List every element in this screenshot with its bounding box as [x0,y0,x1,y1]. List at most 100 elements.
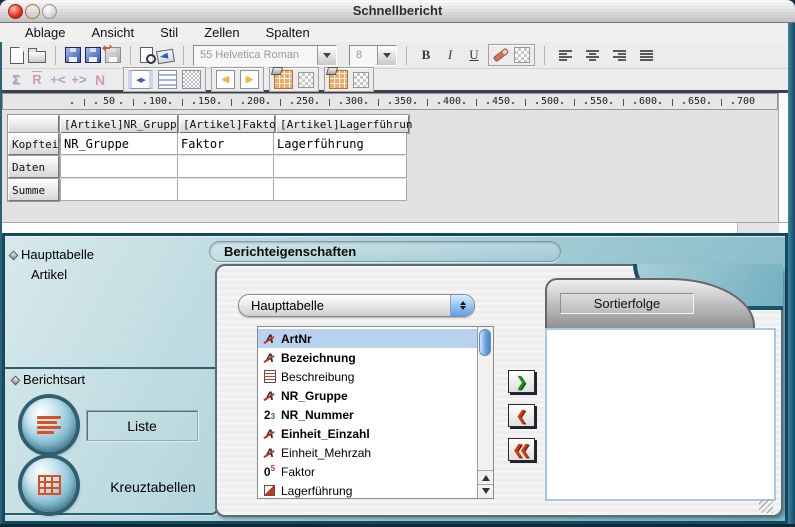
horizontal-ruler: 5010015020025030035040045050055060065070… [2,93,778,110]
field-item-artnr[interactable]: AArtNr [258,329,477,348]
text-pattern-icon[interactable] [514,47,530,63]
scrollbar-thumb[interactable] [479,329,491,356]
ruler-segment: 600 [599,94,648,109]
grid-column-header[interactable]: [Artikel]Lagerführun [276,115,409,133]
menu-zellen[interactable]: Zellen [191,25,252,40]
sort-order-list[interactable] [545,328,776,501]
align-justify-button[interactable] [640,49,653,62]
minimize-button[interactable] [25,4,40,19]
grid-column-header[interactable]: [Artikel]Faktor [179,115,275,133]
subtotal-rows-icon[interactable] [158,70,177,89]
italic-button[interactable]: I [440,47,460,63]
scroll-down-button[interactable] [478,484,493,498]
size-select[interactable]: 8 [349,45,397,66]
table-selector[interactable]: Haupttabelle [238,294,475,317]
bold-button[interactable]: B [416,47,436,63]
alt-background-color-icon[interactable] [329,70,348,89]
divider [406,46,407,65]
size-select-arrow[interactable] [377,46,396,65]
insert-column-right-icon[interactable]: ▶ [240,70,259,89]
grid-row-header[interactable]: Daten [8,156,59,178]
triangle-up-icon [482,471,490,481]
align-center-button[interactable] [586,49,599,62]
grid-cell[interactable] [60,179,178,201]
grid-cell[interactable] [274,156,407,178]
grid-cell[interactable]: NR_Gruppe [60,133,178,155]
field-item-einheit_mehrzah[interactable]: AEinheit_Mehrzah [258,443,477,462]
field-item-faktor[interactable]: 05Faktor [258,462,477,481]
popup-arrows-icon[interactable] [450,295,474,316]
cell-background-pattern-icon[interactable] [298,72,314,88]
field-item-bezeichnung[interactable]: ABezeichnung [258,348,477,367]
list-report-button[interactable] [22,398,76,452]
horizontal-scrollbar[interactable] [2,222,788,233]
list-icon [37,416,61,435]
text-color-pencil-icon[interactable] [493,48,509,63]
boolean-field-icon [262,483,277,498]
field-name: Faktor [281,465,315,479]
cell-background-color-icon[interactable] [274,70,293,89]
grid-cell[interactable] [274,179,407,201]
arrow-right-icon: ❯ [516,374,527,390]
add-field-button[interactable]: ❯ [508,370,535,393]
chevron-down-icon [383,53,391,62]
grid-corner-cell[interactable] [8,115,59,133]
alpha-field-icon: A [262,426,277,441]
grid-cell[interactable] [60,156,178,178]
grid-cell[interactable] [178,156,274,178]
insert-column-left-icon[interactable]: ◀ [216,70,235,89]
grid-row-header[interactable]: Summe [8,179,59,201]
align-left-button[interactable] [559,49,572,62]
print-order-icon[interactable] [156,49,175,64]
grid-cell[interactable]: Faktor [178,133,274,155]
menu-stil[interactable]: Stil [147,25,191,40]
field-list[interactable]: AArtNrABezeichnungBeschreibungANR_Gruppe… [257,326,494,499]
resize-handle-icon[interactable] [759,499,773,513]
list-report-label[interactable]: Liste [86,410,198,441]
ruler-tick-label: 700 [735,96,757,107]
save-as-icon[interactable] [85,47,101,63]
grid-cell[interactable]: Lagerführung [274,133,407,155]
repeated-values-icon[interactable]: R [29,72,45,87]
scroll-up-button[interactable] [478,470,493,484]
toolbar-cells: Σ R +< +> N ◀▶ ◀ ▶ [2,69,788,93]
crosstab-report-button[interactable] [22,458,76,512]
align-right-button[interactable] [613,49,626,62]
open-folder-icon[interactable] [28,51,46,63]
integer-field-icon: 23 [262,407,277,422]
grid-row: KopfteilNR_GruppeFaktorLagerführung [8,133,410,156]
pattern-icon[interactable] [182,70,201,89]
print-preview-icon[interactable] [140,47,153,63]
grid-row-header[interactable]: Kopfteil [8,133,59,155]
new-document-icon[interactable] [10,47,24,64]
menu-spalten[interactable]: Spalten [253,25,323,40]
menu-ablage[interactable]: Ablage [12,25,78,40]
title-bar[interactable]: Schnellbericht [0,0,795,23]
field-list-scrollbar[interactable] [477,327,493,498]
add-left-icon[interactable]: +< [50,72,66,87]
grid-column-header[interactable]: [Artikel]NR_Grupp [60,115,178,133]
fit-column-icon[interactable]: ◀▶ [128,70,153,89]
revert-icon[interactable]: ↩ [105,47,121,63]
no-repeat-icon[interactable]: N [92,72,108,88]
remove-field-button[interactable]: ❮ [508,404,535,427]
add-right-icon[interactable]: +> [71,72,87,87]
field-item-nr_gruppe[interactable]: ANR_Gruppe [258,386,477,405]
grid-cell[interactable] [178,179,274,201]
close-button[interactable] [8,4,23,19]
alt-background-pattern-icon[interactable] [353,72,369,88]
zoom-button[interactable] [42,4,57,19]
save-icon[interactable] [65,47,81,63]
sum-sigma-icon[interactable]: Σ [8,72,24,87]
revert-arrow-icon: ↩ [102,41,112,55]
field-item-einheit_einzahl[interactable]: AEinheit_Einzahl [258,424,477,443]
field-item-nr_nummer[interactable]: 23NR_Nummer [258,405,477,424]
remove-all-fields-button[interactable]: ❮❮ [508,438,535,461]
alpha-field-icon: A [262,331,277,346]
field-item-lagerführung[interactable]: Lagerführung [258,481,477,498]
underline-button[interactable]: U [464,47,484,63]
font-select-arrow[interactable] [317,46,336,65]
menu-ansicht[interactable]: Ansicht [78,25,147,40]
field-item-beschreibung[interactable]: Beschreibung [258,367,477,386]
font-select[interactable]: 55 Helvetica Roman [193,45,337,66]
